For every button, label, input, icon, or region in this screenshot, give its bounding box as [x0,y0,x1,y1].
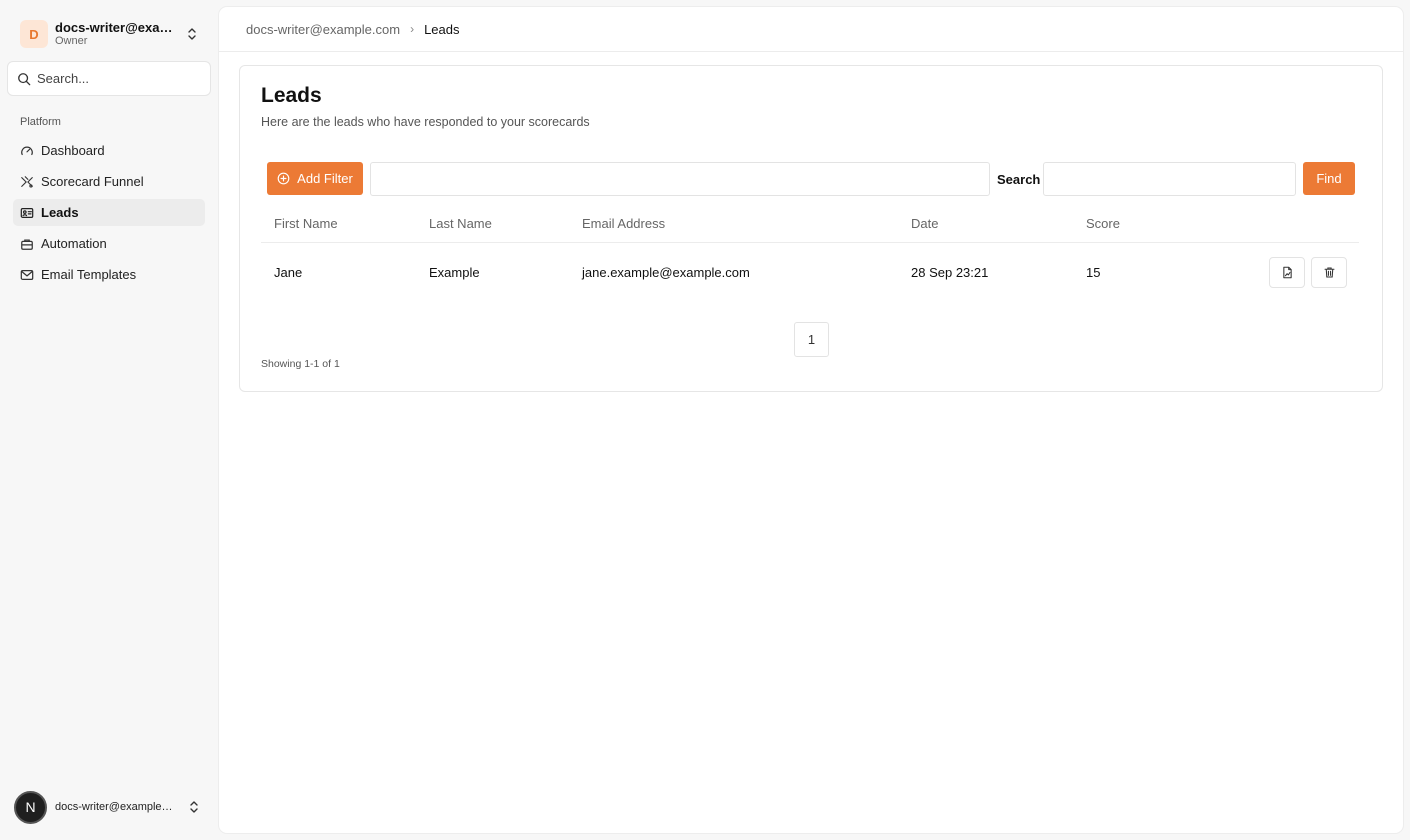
org-avatar: D [20,20,48,48]
sidebar-search[interactable] [7,61,211,96]
main-panel: docs-writer@example.com › Leads Leads He… [219,7,1403,833]
breadcrumb-current: Leads [424,21,460,37]
search-icon [18,72,31,85]
table-header: First Name Last Name Email Address Date … [261,206,1359,243]
chevron-up-down-icon [190,801,198,813]
page-subtitle: Here are the leads who have responded to… [261,115,590,129]
pagination-page-button[interactable]: 1 [794,322,829,357]
chevron-right-icon: › [410,22,415,36]
breadcrumb-root-link[interactable]: docs-writer@example.com [246,22,400,37]
cell-date: 28 Sep 23:21 [911,265,989,280]
leads-search-input[interactable] [1043,162,1296,196]
trash-icon [1324,267,1334,278]
nav-section-label: Platform [20,116,61,128]
add-filter-button[interactable]: Add Filter [267,162,363,195]
sidebar-item-label: Scorecard Funnel [41,174,144,189]
sidebar-item-email-templates[interactable]: Email Templates [13,261,205,288]
sidebar-item-label: Leads [41,205,79,220]
user-email: docs-writer@example.com [55,801,173,813]
org-name: docs-writer@example.com [55,20,179,35]
mail-icon [20,269,34,280]
sidebar-nav: Dashboard Scorecard Funnel Leads Automat… [13,137,205,292]
find-button[interactable]: Find [1303,162,1355,195]
briefcase-icon [21,238,33,250]
sidebar-item-label: Dashboard [41,143,105,158]
id-card-icon [20,207,34,218]
leads-table: First Name Last Name Email Address Date … [261,206,1359,303]
sidebar-item-label: Email Templates [41,267,137,282]
sidebar: D docs-writer@example.com Owner Platform… [0,0,218,840]
org-switcher[interactable]: D docs-writer@example.com Owner [12,14,206,54]
cell-email: jane.example@example.com [582,265,750,280]
user-switcher[interactable]: N docs-writer@example.com [14,790,204,824]
file-chart-icon [1282,266,1292,279]
sidebar-item-dashboard[interactable]: Dashboard [13,137,205,164]
page-title: Leads [261,84,322,107]
column-header-date[interactable]: Date [911,216,938,231]
table-row[interactable]: Jane Example jane.example@example.com 28… [261,243,1359,303]
funnel-icon [21,175,33,188]
cell-score: 15 [1086,265,1101,280]
cell-first-name: Jane [274,265,303,280]
org-info: docs-writer@example.com Owner [55,20,179,48]
gauge-icon [21,146,33,155]
leads-card: Leads Here are the leads who have respon… [239,65,1383,392]
filter-input[interactable] [370,162,990,196]
pagination-summary: Showing 1-1 of 1 [261,358,340,370]
column-header-email[interactable]: Email Address [582,216,665,231]
cell-last-name: Example [429,265,480,280]
sidebar-item-scorecard-funnel[interactable]: Scorecard Funnel [13,168,205,195]
delete-lead-button[interactable] [1311,257,1347,288]
plus-circle-icon [277,172,290,185]
column-header-first-name[interactable]: First Name [274,216,338,231]
sidebar-item-automation[interactable]: Automation [13,230,205,257]
org-role: Owner [55,35,88,47]
sidebar-item-label: Automation [41,236,107,251]
filter-bar: Add Filter Search Find [267,162,1356,196]
breadcrumb: docs-writer@example.com › Leads [219,7,1403,52]
add-filter-label: Add Filter [297,171,353,186]
avatar: N [14,790,47,824]
view-report-button[interactable] [1269,257,1305,288]
search-input[interactable] [37,71,197,86]
sidebar-item-leads[interactable]: Leads [13,199,205,226]
chevron-up-down-icon [188,28,196,40]
search-label: Search [997,172,1041,187]
column-header-score[interactable]: Score [1086,216,1120,231]
column-header-last-name[interactable]: Last Name [429,216,492,231]
